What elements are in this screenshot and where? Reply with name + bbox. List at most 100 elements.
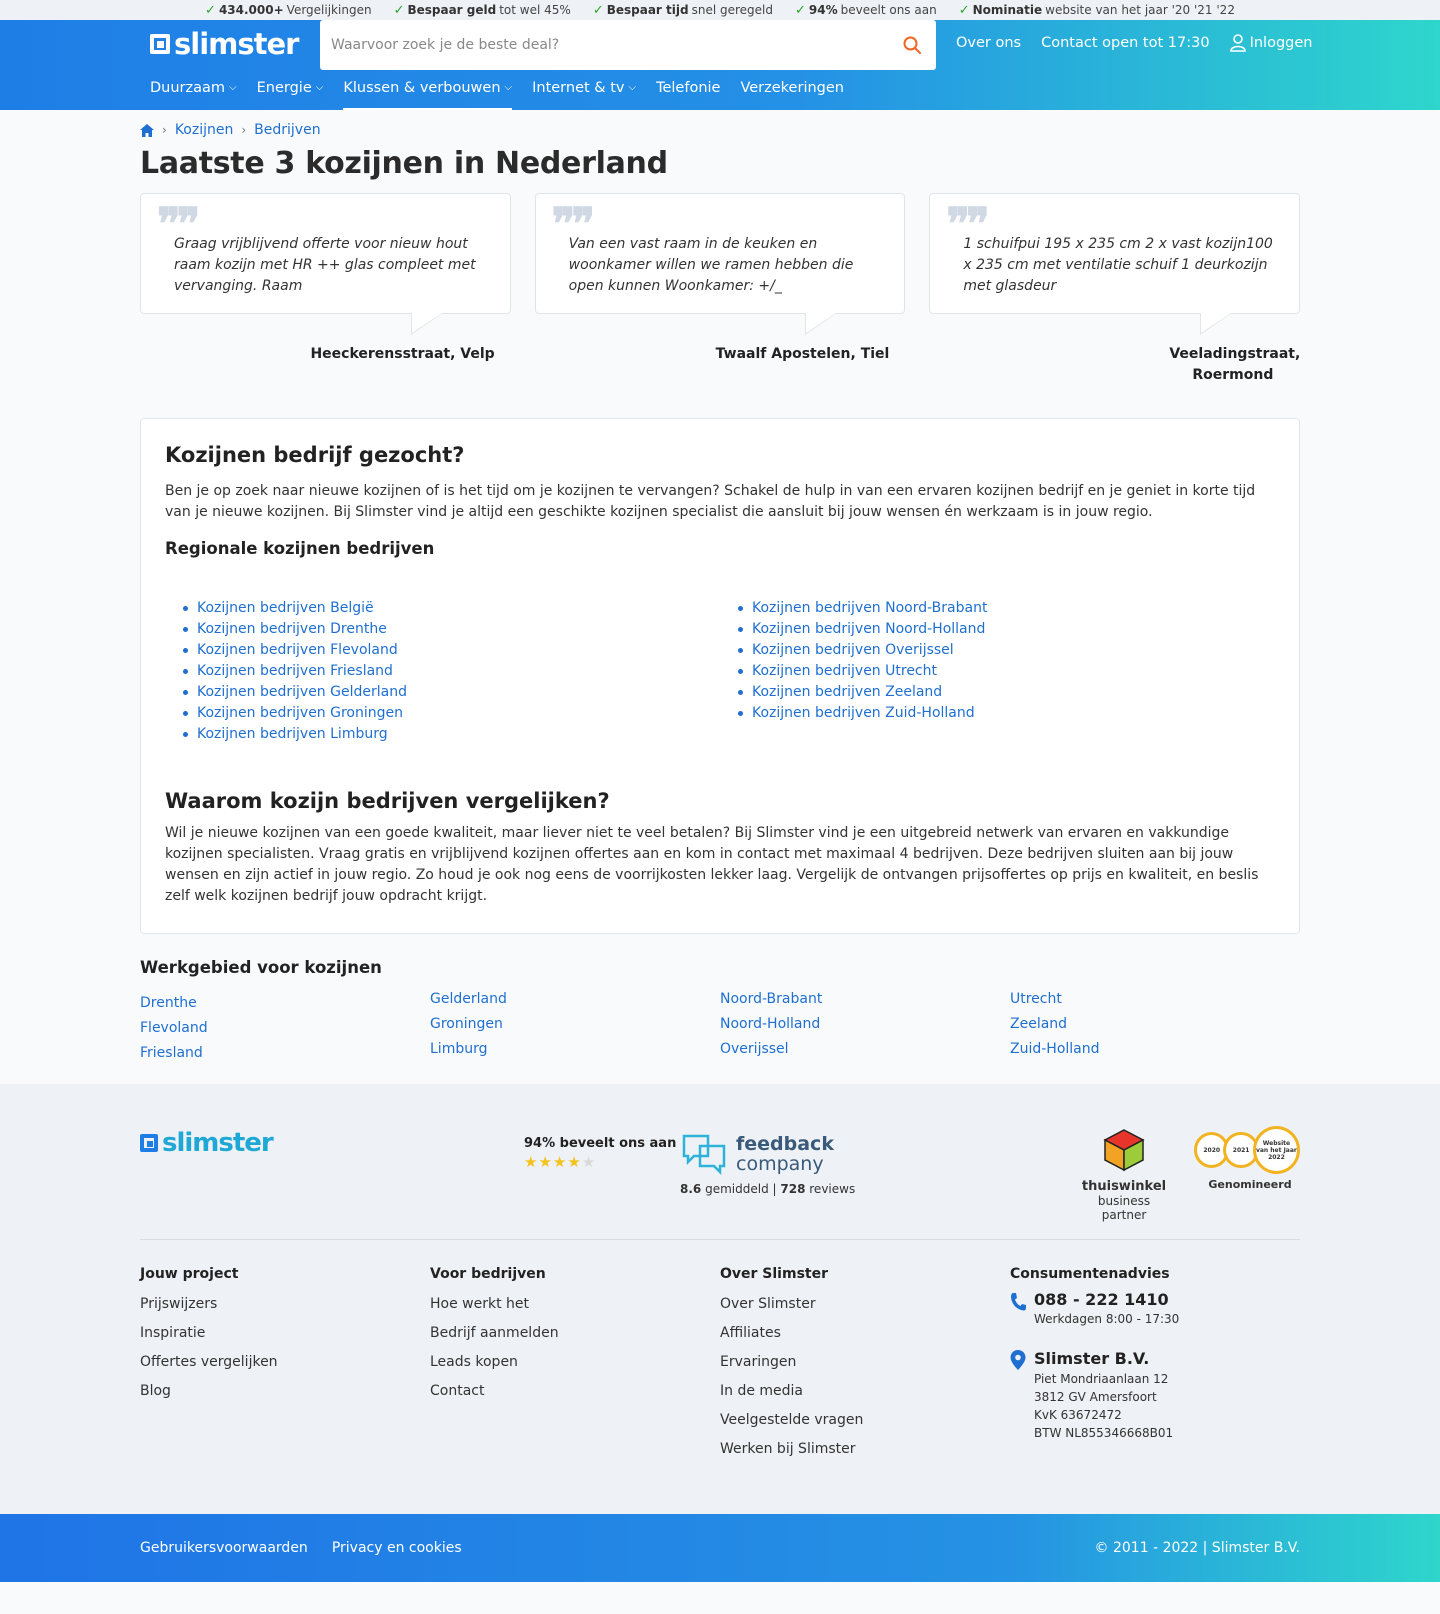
thuiswinkel-badge[interactable]: thuiswinkel business partner xyxy=(1074,1128,1174,1222)
phone-number[interactable]: 088 - 222 1410 xyxy=(1034,1290,1179,1310)
regional-link[interactable]: Kozijnen bedrijven Groningen xyxy=(183,703,720,724)
section-title: Waarom kozijn bedrijven vergelijken? xyxy=(165,789,610,813)
terms-link[interactable]: Gebruikersvoorwaarden xyxy=(140,1540,308,1556)
footer-col-title: Voor bedrijven xyxy=(430,1266,546,1282)
regional-link[interactable]: Kozijnen bedrijven Noord-Holland xyxy=(738,619,1275,640)
address-line: Piet Mondriaanlaan 12 xyxy=(1034,1372,1169,1386)
feedback-name: feedback company xyxy=(736,1134,834,1174)
regional-link[interactable]: Kozijnen bedrijven Drenthe xyxy=(183,619,720,640)
feedback-name-2: company xyxy=(736,1153,824,1175)
btw-number: BTW NL855346668B01 xyxy=(1034,1426,1174,1440)
work-area-link[interactable]: Flevoland xyxy=(140,1016,430,1041)
work-area-link[interactable]: Drenthe xyxy=(140,991,430,1016)
footer-link[interactable]: Contact xyxy=(430,1377,720,1406)
chevron-down-icon: ⌵ xyxy=(504,81,513,93)
nav-label: Internet & tv xyxy=(532,80,625,96)
quote-icon: ❞❞ xyxy=(551,199,595,250)
footer-link[interactable]: Blog xyxy=(140,1377,430,1406)
breadcrumb-item[interactable]: Kozijnen xyxy=(175,122,234,138)
footer-col-about: Over Slimster Over Slimster Affiliates E… xyxy=(720,1266,1010,1464)
regional-link[interactable]: Kozijnen bedrijven Zeeland xyxy=(738,682,1275,703)
usp-bold: Bespaar tijd xyxy=(606,3,689,17)
footer-link[interactable]: Inspiratie xyxy=(140,1319,430,1348)
nav-item-verzekeringen[interactable]: Verzekeringen xyxy=(740,76,844,110)
logo-text: slimster xyxy=(162,1128,274,1158)
usp-bold: Bespaar geld xyxy=(407,3,497,17)
regional-link[interactable]: Kozijnen bedrijven België xyxy=(183,598,720,619)
regional-link[interactable]: Kozijnen bedrijven Gelderland xyxy=(183,682,720,703)
award-badge: 2020 2021 Website van het Jaar 2022 Geno… xyxy=(1194,1126,1300,1191)
nav-item-telefonie[interactable]: Telefonie xyxy=(656,76,720,110)
footer-col-project: Jouw project Prijswijzers Inspiratie Off… xyxy=(140,1266,430,1464)
feedback-avg-label: gemiddeld | xyxy=(705,1182,777,1196)
work-area-link[interactable]: Gelderland xyxy=(430,987,720,1012)
work-area-link[interactable]: Zuid-Holland xyxy=(1010,1037,1300,1062)
footer-col-business: Voor bedrijven Hoe werkt het Bedrijf aan… xyxy=(430,1266,720,1464)
privacy-link[interactable]: Privacy en cookies xyxy=(332,1540,462,1556)
footer-link[interactable]: Prijswijzers xyxy=(140,1290,430,1319)
usp-bold: 434.000+ xyxy=(218,3,284,17)
regional-link[interactable]: Kozijnen bedrijven Noord-Brabant xyxy=(738,598,1275,619)
review-card: ❞❞ Van een vast raam in de keuken en woo… xyxy=(534,193,906,335)
header-top: slimster Over ons Contact open tot 17:30… xyxy=(0,20,1440,70)
footer-link[interactable]: Bedrijf aanmelden xyxy=(430,1319,720,1348)
location-pin-icon xyxy=(1010,1350,1026,1370)
login-label: Inloggen xyxy=(1249,35,1313,51)
work-area-link[interactable]: Limburg xyxy=(430,1037,720,1062)
work-area-link[interactable]: Friesland xyxy=(140,1041,430,1066)
footer-link[interactable]: Werken bij Slimster xyxy=(720,1435,1010,1464)
contact-link[interactable]: Contact open tot 17:30 xyxy=(1041,35,1209,51)
search-icon[interactable] xyxy=(902,35,922,55)
nav-item-klussen[interactable]: Klussen & verbouwen ⌵ xyxy=(343,76,512,110)
review-text: Van een vast raam in de keuken en woonka… xyxy=(568,236,854,294)
kvk-number: KvK 63672472 xyxy=(1034,1408,1122,1422)
regional-link[interactable]: Kozijnen bedrijven Friesland xyxy=(183,661,720,682)
chevron-right-icon: › xyxy=(241,123,247,137)
regional-link[interactable]: Kozijnen bedrijven Zuid-Holland xyxy=(738,703,1275,724)
work-area-link[interactable]: Utrecht xyxy=(1010,987,1300,1012)
about-link[interactable]: Over ons xyxy=(956,35,1021,51)
usp-text: snel geregeld xyxy=(691,3,773,17)
quote-icon: ❞❞ xyxy=(157,199,200,250)
work-area-link[interactable]: Overijssel xyxy=(720,1037,1010,1062)
address-block: Slimster B.V. Piet Mondriaanlaan 12 3812… xyxy=(1010,1348,1300,1442)
nav-item-energie[interactable]: Energie ⌵ xyxy=(257,76,324,110)
address-line: 3812 GV Amersfoort xyxy=(1034,1390,1157,1404)
breadcrumb-item[interactable]: Bedrijven xyxy=(254,122,320,138)
footer-link[interactable]: Leads kopen xyxy=(430,1348,720,1377)
nav-item-internet[interactable]: Internet & tv ⌵ xyxy=(532,76,636,110)
home-icon[interactable] xyxy=(140,123,154,137)
footer-link[interactable]: Ervaringen xyxy=(720,1348,1010,1377)
regional-link[interactable]: Kozijnen bedrijven Flevoland xyxy=(183,640,720,661)
feedback-company[interactable]: feedback company 8.6 gemiddeld | 728 revi… xyxy=(680,1132,855,1196)
medals: 2020 2021 Website van het Jaar 2022 xyxy=(1194,1126,1300,1174)
footer-link[interactable]: Hoe werkt het xyxy=(430,1290,720,1319)
footer-link[interactable]: Over Slimster xyxy=(720,1290,1010,1319)
logo[interactable]: slimster xyxy=(150,27,299,61)
regional-links: Kozijnen bedrijven België Kozijnen bedri… xyxy=(165,598,1275,745)
footer-col-title: Consumentenadvies xyxy=(1010,1266,1170,1282)
regional-link[interactable]: Kozijnen bedrijven Utrecht xyxy=(738,661,1275,682)
footer-link[interactable]: In de media xyxy=(720,1377,1010,1406)
footer-logo[interactable]: slimster xyxy=(140,1128,274,1158)
regional-link[interactable]: Kozijnen bedrijven Overijssel xyxy=(738,640,1275,661)
nav-item-duurzaam[interactable]: Duurzaam ⌵ xyxy=(150,76,237,110)
login-link[interactable]: Inloggen xyxy=(1229,34,1313,52)
thuiswinkel-name: thuiswinkel xyxy=(1081,1179,1167,1194)
search-input[interactable] xyxy=(331,37,902,53)
opening-hours: Werkdagen 8:00 - 17:30 xyxy=(1034,1312,1180,1326)
footer-link[interactable]: Offertes vergelijken xyxy=(140,1348,430,1377)
work-area-link[interactable]: Zeeland xyxy=(1010,1012,1300,1037)
work-area-link[interactable]: Noord-Holland xyxy=(720,1012,1010,1037)
feedback-avg: 8.6 xyxy=(680,1182,702,1196)
footer-link[interactable]: Affiliates xyxy=(720,1319,1010,1348)
work-area-link[interactable]: Groningen xyxy=(430,1012,720,1037)
footer-link[interactable]: Veelgestelde vragen xyxy=(720,1406,1010,1435)
usp-bar: ✓ 434.000+ Vergelijkingen ✓ Bespaar geld tot… xyxy=(0,0,1440,20)
nav-label: Telefonie xyxy=(656,80,721,96)
review: ❞❞ Van een vast raam in de keuken en woo… xyxy=(534,193,906,386)
usp-item: ✓ Bespaar tijd snel geregeld xyxy=(593,3,773,18)
regional-link[interactable]: Kozijnen bedrijven Limburg xyxy=(183,724,720,745)
footer-top: slimster 94% beveelt ons aan ★★★★★ feedb… xyxy=(140,1126,1300,1240)
work-area-link[interactable]: Noord-Brabant xyxy=(720,987,1010,1012)
